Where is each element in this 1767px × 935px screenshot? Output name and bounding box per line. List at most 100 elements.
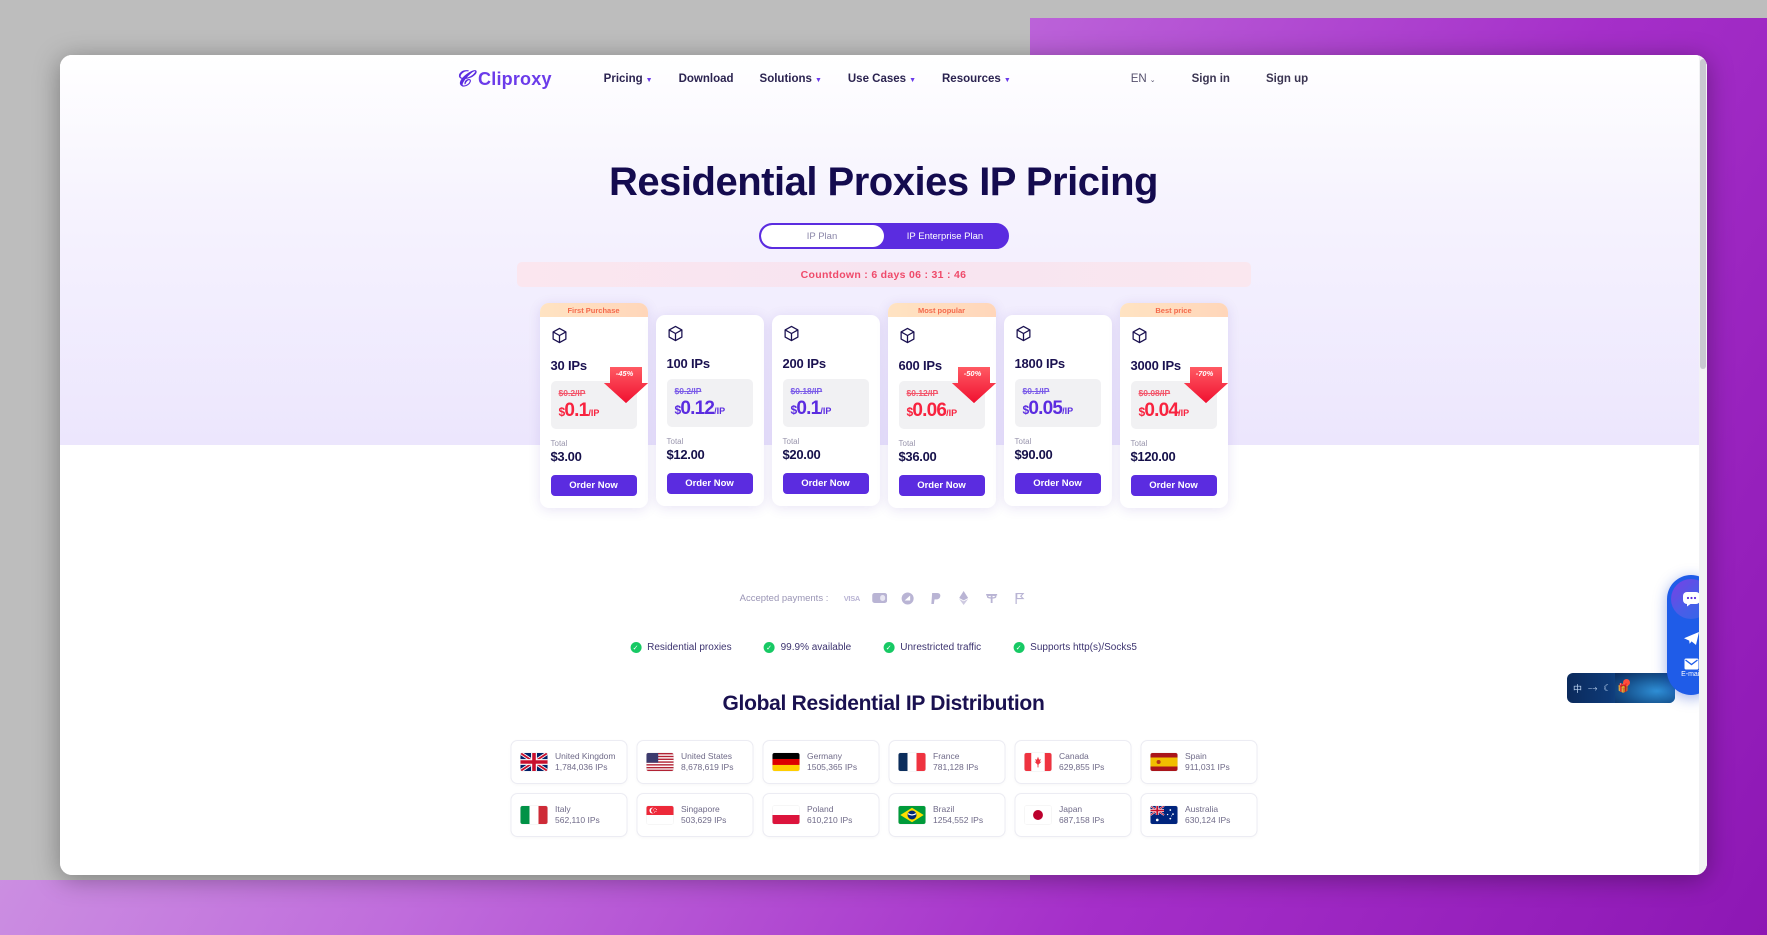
moon-icon: ☾	[1603, 682, 1612, 693]
country-card[interactable]: Canada 629,855 IPs	[1014, 740, 1131, 784]
email-button[interactable]: E-mail	[1681, 658, 1701, 678]
plan-price-box: $0.1/IP $0.05/IP	[1014, 379, 1101, 427]
plan-old-price: $0.1/IP	[1022, 386, 1050, 396]
envelope-icon	[1684, 658, 1698, 670]
plan-new-price: $0.12/IP	[675, 399, 745, 418]
country-card[interactable]: Brazil 1254,552 IPs	[888, 793, 1005, 837]
logo[interactable]: 𝒞 Cliproxy	[455, 68, 552, 90]
language-selector[interactable]: EN ⌄	[1131, 73, 1156, 85]
card-body: 200 IPs $0.18/IP $0.1/IP Total $20.00	[772, 315, 880, 462]
country-card[interactable]: Australia 630,124 IPs	[1140, 793, 1257, 837]
it-flag-icon	[520, 806, 547, 824]
es-flag-icon	[1150, 753, 1177, 771]
country-info: France 781,128 IPs	[933, 751, 978, 772]
country-info: United States 8,678,619 IPs	[681, 751, 733, 772]
pricing-cards: First Purchase 30 IPs $0.2/IP $0.1/IP -45% To…	[539, 303, 1228, 508]
country-name: Brazil	[933, 804, 955, 815]
feature-item: ✓ Supports http(s)/Socks5	[1013, 642, 1137, 653]
us-flag-icon	[646, 753, 673, 771]
plan-price-box: $0.2/IP $0.1/IP -45%	[550, 367, 648, 429]
country-ip-count: 687,158 IPs	[1059, 815, 1105, 825]
country-ip-count: 781,128 IPs	[933, 762, 979, 772]
plan-total-value: $120.00	[1130, 449, 1176, 464]
nav-links: Pricing ▼ Download Solutions ▼ Use Cases ▼ …	[604, 73, 1011, 85]
language-label: EN	[1130, 73, 1147, 85]
plan-price-box: $0.2/IP $0.12/IP	[666, 379, 753, 427]
country-card[interactable]: Spain 911,031 IPs	[1140, 740, 1257, 784]
accepted-payments: Accepted payments : VISA	[740, 591, 1028, 605]
visa-icon: VISA	[843, 593, 861, 603]
plan-total-label: Total	[1014, 437, 1032, 446]
plan-total-value: $12.00	[666, 447, 705, 462]
scrollbar-thumb[interactable]	[1700, 59, 1706, 369]
country-ip-count: 503,629 IPs	[681, 815, 727, 825]
cube-icon	[1015, 325, 1031, 342]
country-card[interactable]: France 781,128 IPs	[888, 740, 1005, 784]
pricing-card: Best price 3000 IPs $0.08/IP $0.04/IP -70% To…	[1119, 303, 1228, 508]
country-card[interactable]: Singapore 503,629 IPs	[636, 793, 753, 837]
country-name: Australia	[1185, 804, 1219, 815]
nav-item-use-cases[interactable]: Use Cases ▼	[848, 73, 916, 85]
country-card[interactable]: Poland 610,210 IPs	[762, 793, 879, 837]
country-grid: United Kingdom 1,784,036 IPs United States…	[510, 740, 1257, 837]
price-unit: /IP	[588, 408, 600, 418]
feature-list: ✓ Residential proxies ✓ 99.9% available ✓ Unr…	[630, 642, 1137, 653]
price-amount: 0.04	[1144, 400, 1179, 421]
page-title: Residential Proxies IP Pricing	[609, 160, 1158, 204]
cube-icon	[667, 325, 683, 342]
country-card[interactable]: United Kingdom 1,784,036 IPs	[510, 740, 627, 784]
order-now-button[interactable]: Order Now	[550, 475, 637, 496]
country-ip-count: 8,678,619 IPs	[681, 762, 734, 772]
country-card[interactable]: United States 8,678,619 IPs	[636, 740, 753, 784]
nav-item-download[interactable]: Download	[679, 73, 734, 85]
cube-icon	[899, 327, 915, 344]
sign-up-link[interactable]: Sign up	[1266, 73, 1308, 85]
plan-total-label: Total	[666, 437, 684, 446]
nav-item-solutions[interactable]: Solutions ▼	[760, 73, 822, 85]
country-name: Germany	[807, 751, 842, 762]
nav-label: Resources	[942, 73, 1001, 85]
feature-label: Unrestricted traffic	[900, 642, 982, 653]
order-now-button[interactable]: Order Now	[666, 473, 753, 494]
card-body: 600 IPs $0.12/IP $0.06/IP -50% Total $36.00	[888, 317, 996, 464]
country-card[interactable]: Germany 1505,365 IPs	[762, 740, 879, 784]
order-now-button[interactable]: Order Now	[782, 473, 869, 494]
rocket-icon: ⤍	[1588, 682, 1598, 693]
country-name: United Kingdom	[555, 751, 616, 762]
toggle-option-ip-enterprise-plan[interactable]: IP Enterprise Plan	[884, 225, 1007, 247]
pl-flag-icon	[772, 806, 799, 824]
country-card[interactable]: Japan 687,158 IPs	[1014, 793, 1131, 837]
country-name: Italy	[555, 804, 571, 815]
logo-text: Cliproxy	[478, 68, 552, 89]
sign-in-link[interactable]: Sign in	[1192, 73, 1230, 85]
site-navigation: 𝒞 Cliproxy Pricing ▼ Download Solutions ▼ …	[60, 55, 1707, 103]
order-now-button[interactable]: Order Now	[1130, 475, 1217, 496]
country-card[interactable]: Italy 562,110 IPs	[510, 793, 627, 837]
order-now-button[interactable]: Order Now	[898, 475, 985, 496]
plan-ribbon: Best price	[1119, 303, 1228, 317]
country-name: Canada	[1059, 751, 1089, 762]
country-name: United States	[681, 751, 733, 762]
plan-total-label: Total	[550, 439, 568, 448]
plan-discount-label: -70%	[1195, 369, 1214, 378]
plan-discount-label: -45%	[615, 369, 634, 378]
plan-total-label: Total	[782, 437, 800, 446]
toggle-option-ip-plan[interactable]: IP Plan	[760, 225, 884, 247]
price-amount: 0.12	[680, 398, 715, 419]
country-info: Australia 630,124 IPs	[1185, 804, 1230, 825]
promo-floating-banner[interactable]: 中 ⤍ ☾ 🎁	[1567, 673, 1675, 703]
telegram-icon[interactable]	[1683, 631, 1700, 646]
order-now-button[interactable]: Order Now	[1014, 473, 1101, 494]
grey-top-strip	[0, 0, 1767, 18]
country-name: France	[933, 751, 960, 762]
plan-ribbon: First Purchase	[539, 303, 648, 317]
nav-item-resources[interactable]: Resources ▼	[942, 73, 1011, 85]
pricing-card: Most popular 600 IPs $0.12/IP $0.06/IP -50% T…	[887, 303, 996, 508]
plan-old-price: $0.2/IP	[674, 386, 702, 396]
price-amount: 0.1	[564, 400, 589, 421]
feature-item: ✓ Residential proxies	[630, 642, 732, 653]
card-body: 1800 IPs $0.1/IP $0.05/IP Total $90.00	[1004, 315, 1112, 462]
chevron-down-icon: ▼	[1003, 76, 1011, 84]
nav-item-pricing[interactable]: Pricing ▼	[604, 73, 653, 85]
check-icon: ✓	[1013, 642, 1025, 653]
